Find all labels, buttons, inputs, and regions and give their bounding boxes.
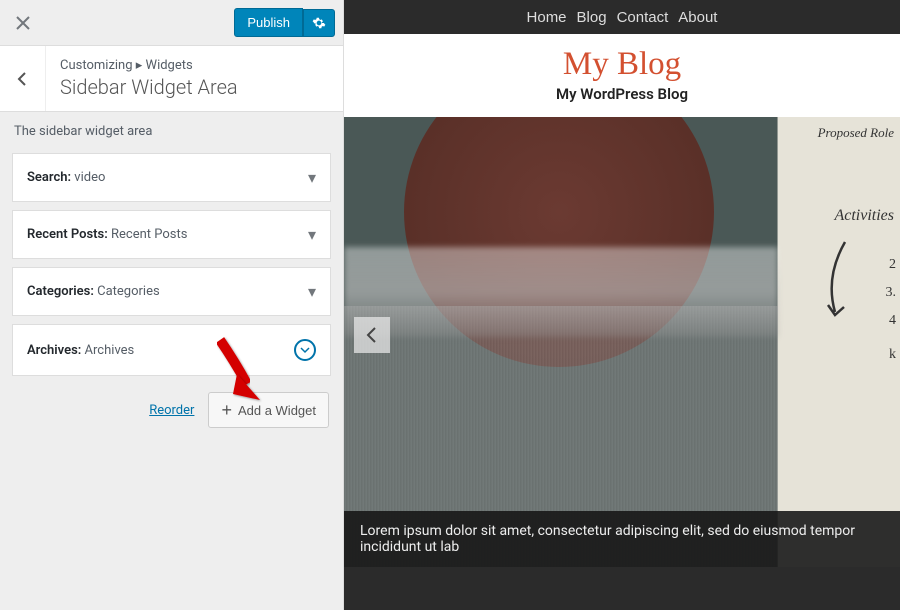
plus-icon: +	[221, 401, 232, 419]
whiteboard-text: Activities	[834, 207, 894, 225]
nav-item-about[interactable]: About	[678, 9, 717, 26]
nav-item-home[interactable]: Home	[527, 9, 567, 26]
breadcrumb-pre: Customizing	[60, 58, 133, 73]
hero-caption: Lorem ipsum dolor sit amet, consectetur …	[344, 511, 900, 567]
gear-icon	[312, 16, 326, 30]
nav-item-contact[interactable]: Contact	[617, 9, 669, 26]
slider-prev-button[interactable]	[354, 317, 390, 353]
close-button[interactable]	[8, 8, 38, 38]
widget-categories[interactable]: Categories: Categories ▾	[12, 267, 331, 316]
back-button[interactable]	[0, 46, 46, 111]
breadcrumb: Customizing ▸ Widgets	[60, 58, 329, 73]
hero-slider: Proposed Role Activities 2 3. 4 k Lorem …	[344, 117, 900, 567]
whiteboard-text: Proposed Role	[818, 125, 894, 141]
whiteboard-number: 2	[889, 257, 896, 273]
whiteboard-number: 4	[889, 313, 896, 329]
widget-value: Recent Posts	[111, 227, 187, 242]
widget-type-label: Recent Posts:	[27, 227, 108, 242]
widget-type-label: Categories:	[27, 284, 94, 299]
nav-bar: Home Blog Contact About	[344, 0, 900, 34]
add-widget-label: Add a Widget	[238, 403, 316, 418]
site-tagline: My WordPress Blog	[344, 85, 900, 103]
site-header: My Blog My WordPress Blog	[344, 34, 900, 117]
close-icon	[16, 16, 30, 30]
whiteboard-number: k	[889, 347, 896, 363]
hero-image: Proposed Role Activities 2 3. 4 k	[344, 117, 900, 567]
chevron-left-icon	[365, 326, 379, 344]
widget-actions: Reorder + Add a Widget	[12, 384, 331, 436]
breadcrumb-current: Widgets	[146, 58, 193, 73]
chevron-left-icon	[15, 71, 31, 87]
widget-search[interactable]: Search: video ▾	[12, 153, 331, 202]
expand-circle-icon	[294, 339, 316, 361]
widget-recent-posts[interactable]: Recent Posts: Recent Posts ▾	[12, 210, 331, 259]
customizer-panel: Publish Customizing ▸ Widgets Sidebar Wi…	[0, 0, 344, 610]
area-description: The sidebar widget area	[12, 124, 331, 139]
add-widget-button[interactable]: + Add a Widget	[208, 392, 329, 428]
panel-topbar: Publish	[0, 0, 343, 46]
whiteboard-number: 3.	[886, 285, 897, 301]
panel-header: Customizing ▸ Widgets Sidebar Widget Are…	[0, 46, 343, 112]
handdrawn-arrow-icon	[810, 237, 860, 327]
page-title: Sidebar Widget Area	[60, 75, 329, 99]
nav-item-blog[interactable]: Blog	[577, 9, 607, 26]
widget-value: Archives	[85, 343, 135, 358]
site-title[interactable]: My Blog	[344, 46, 900, 83]
panel-body: The sidebar widget area Search: video ▾ …	[0, 112, 343, 610]
widget-value: video	[74, 170, 105, 185]
widget-type-label: Search:	[27, 170, 71, 185]
reorder-link[interactable]: Reorder	[149, 403, 194, 418]
publish-settings-button[interactable]	[303, 9, 335, 37]
widget-archives[interactable]: Archives: Archives	[12, 324, 331, 376]
chevron-down-icon: ▾	[308, 282, 316, 301]
widget-value: Categories	[97, 284, 160, 299]
site-preview: Home Blog Contact About My Blog My WordP…	[344, 0, 900, 610]
widget-type-label: Archives:	[27, 343, 81, 358]
whiteboard-area: Proposed Role Activities 2 3. 4 k	[778, 117, 900, 567]
chevron-down-icon: ▾	[308, 225, 316, 244]
breadcrumb-sep: ▸	[136, 58, 143, 73]
publish-button[interactable]: Publish	[234, 8, 303, 37]
chevron-down-icon: ▾	[308, 168, 316, 187]
